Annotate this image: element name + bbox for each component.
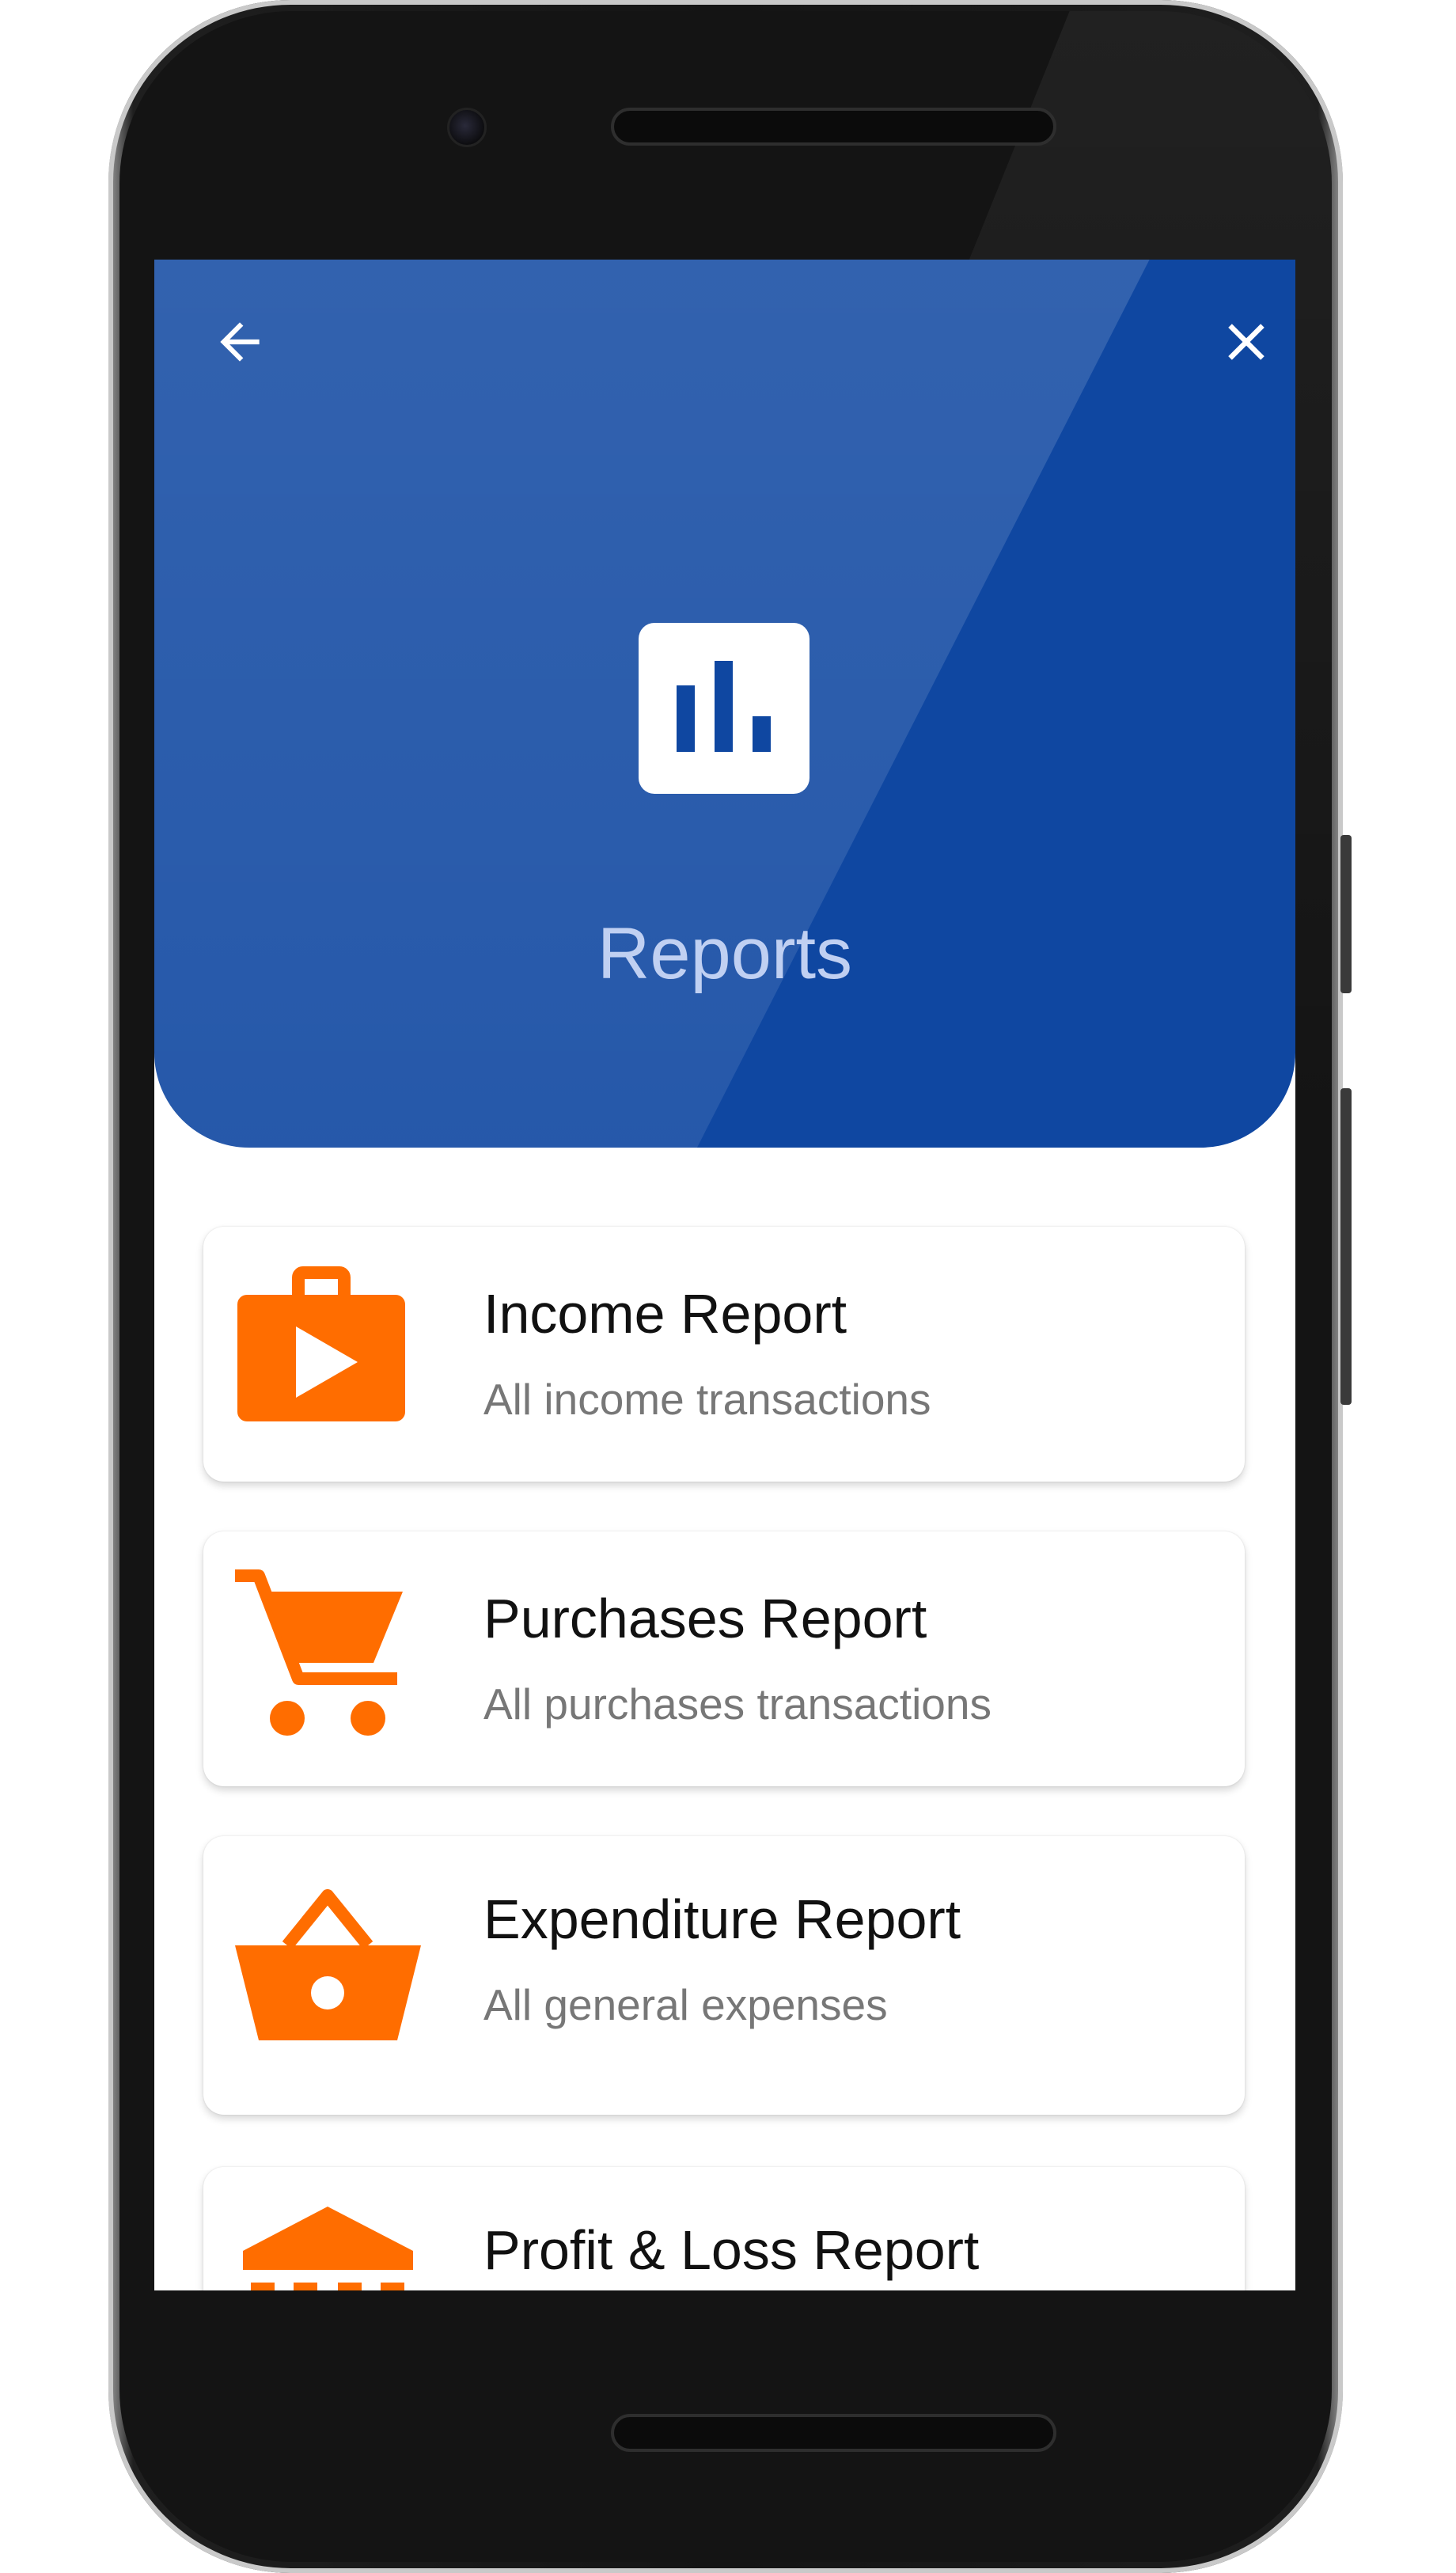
app-screen: Reports Income Report All income transac… — [154, 260, 1295, 2290]
shopping-cart-icon — [235, 1569, 403, 1736]
expenditure-report-subtitle: All general expenses — [483, 1980, 888, 2029]
bottom-speaker — [611, 2414, 1056, 2452]
purchases-report-subtitle: All purchases transactions — [483, 1679, 992, 1729]
reports-header: Reports — [154, 260, 1295, 1148]
close-icon — [1228, 324, 1265, 360]
top-speaker — [611, 108, 1056, 146]
income-report-title: Income Report — [483, 1283, 847, 1345]
report-icon-tile — [639, 623, 810, 794]
profit-loss-report-title: Profit & Loss Report — [483, 2219, 980, 2281]
bar-chart-icon — [677, 661, 771, 752]
income-report-subtitle: All income transactions — [483, 1375, 931, 1424]
close-button[interactable] — [1207, 302, 1286, 381]
front-camera — [447, 108, 487, 147]
purchases-report-title: Purchases Report — [483, 1588, 927, 1649]
expenditure-report-title: Expenditure Report — [483, 1888, 961, 1950]
shopping-basket-icon — [235, 1889, 421, 2040]
power-button — [1340, 835, 1352, 993]
expenditure-report-card[interactable]: Expenditure Report All general expenses — [203, 1836, 1245, 2115]
back-button[interactable] — [200, 302, 279, 381]
volume-button — [1340, 1088, 1352, 1405]
income-report-card[interactable]: Income Report All income transactions — [203, 1227, 1245, 1482]
purchases-report-card[interactable]: Purchases Report All purchases transacti… — [203, 1531, 1245, 1786]
page-title: Reports — [597, 913, 853, 994]
profit-loss-report-card[interactable]: Profit & Loss Report — [203, 2167, 1245, 2290]
briefcase-play-icon — [237, 1266, 405, 1421]
arrow-left-icon — [220, 322, 260, 362]
bank-icon — [243, 2207, 413, 2290]
